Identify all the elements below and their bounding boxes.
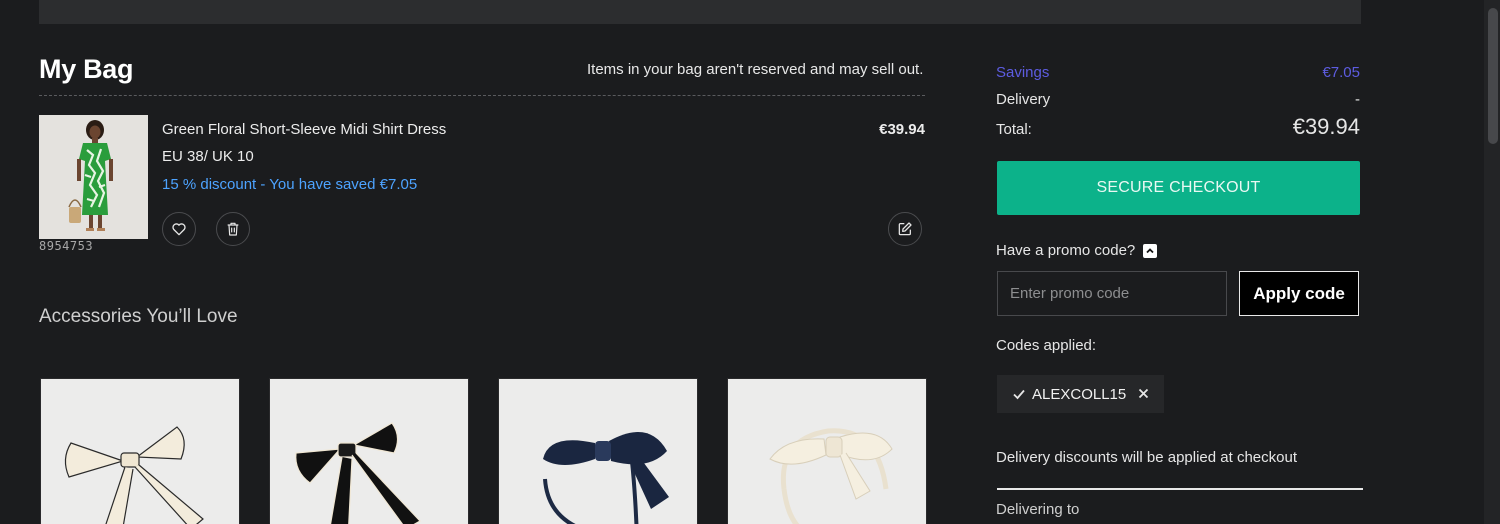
applied-code-chip: ALEXCOLL15 <box>997 375 1165 413</box>
check-icon <box>1013 389 1025 400</box>
delivery-row: Delivery - <box>996 91 1360 108</box>
heart-icon <box>172 223 186 236</box>
codes-applied-label: Codes applied: <box>996 337 1097 354</box>
apply-code-button[interactable]: Apply code <box>1239 271 1359 316</box>
delivering-to-label: Delivering to <box>996 501 1080 518</box>
item-discount: 15 % discount - You have saved €7.05 <box>162 176 418 193</box>
accessory-card-navy-headband[interactable] <box>498 378 698 524</box>
trash-icon <box>227 222 239 236</box>
secure-checkout-button[interactable]: SECURE CHECKOUT <box>997 161 1360 215</box>
item-sku: 8954753 <box>39 239 94 253</box>
item-price: €39.94 <box>879 121 925 138</box>
delivery-value: - <box>1355 91 1360 108</box>
delivery-discount-note: Delivery discounts will be applied at ch… <box>996 449 1297 466</box>
scrollbar-thumb[interactable] <box>1488 8 1498 144</box>
savings-value: €7.05 <box>1322 64 1360 81</box>
bag-divider <box>39 95 925 96</box>
close-icon <box>1139 388 1149 398</box>
savings-row: Savings €7.05 <box>996 64 1360 81</box>
accessory-card-black-bow[interactable] <box>269 378 469 524</box>
promo-toggle-label: Have a promo code? <box>996 242 1136 259</box>
total-label: Total: <box>996 121 1032 138</box>
total-row: Total: €39.94 <box>996 114 1360 140</box>
remove-code-button[interactable] <box>1138 386 1149 403</box>
bag-page: My Bag Items in your bag aren't reserved… <box>0 0 1500 524</box>
item-size: EU 38/ UK 10 <box>162 148 254 165</box>
accessory-card-cream-bow[interactable] <box>40 378 240 524</box>
promo-code-input[interactable] <box>997 271 1227 316</box>
accessory-card-cream-headband[interactable] <box>727 378 927 524</box>
page-title: My Bag <box>39 54 134 84</box>
scrollbar[interactable] <box>1484 0 1500 524</box>
reservation-notice: Items in your bag aren't reserved and ma… <box>587 61 924 78</box>
delivery-label: Delivery <box>996 91 1051 108</box>
summary-divider <box>997 488 1363 490</box>
item-name[interactable]: Green Floral Short-Sleeve Midi Shirt Dre… <box>162 121 446 138</box>
edit-icon <box>898 222 912 236</box>
item-image[interactable] <box>39 115 148 239</box>
total-value: €39.94 <box>1292 114 1360 139</box>
wishlist-button[interactable] <box>162 212 196 246</box>
savings-label: Savings <box>996 64 1050 81</box>
applied-code: ALEXCOLL15 <box>1032 385 1127 403</box>
edit-button[interactable] <box>888 212 922 246</box>
chevron-up-icon <box>1143 243 1158 258</box>
promo-code-toggle[interactable]: Have a promo code? <box>996 242 1158 259</box>
delete-button[interactable] <box>216 212 250 246</box>
accessories-heading: Accessories You’ll Love <box>39 306 238 327</box>
header-band <box>39 0 1361 24</box>
